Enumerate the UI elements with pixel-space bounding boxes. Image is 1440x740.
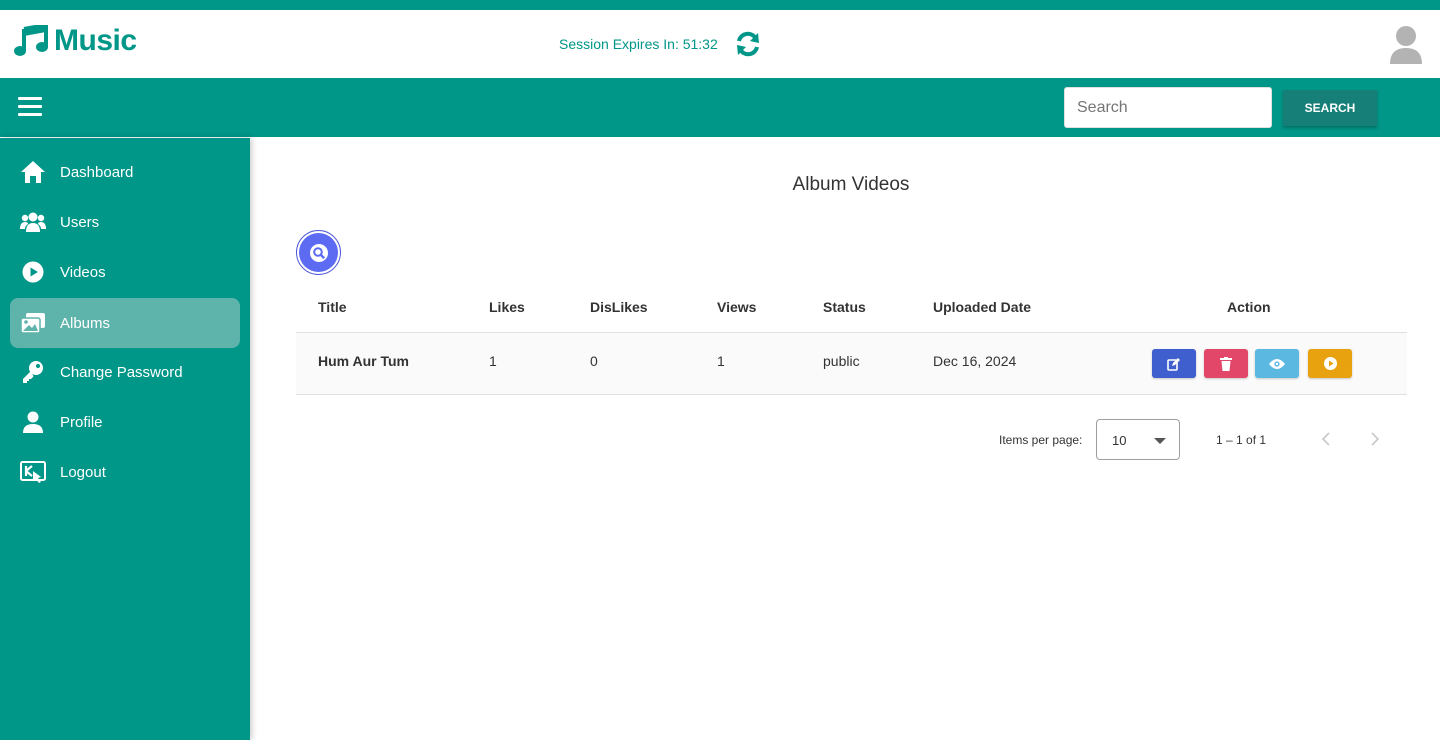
cell-status: public [823,353,860,369]
images-icon [20,310,46,336]
app-name: Music [54,24,137,57]
search-fab-button[interactable] [296,230,341,275]
cell-likes: 1 [489,353,497,369]
session-expires-text: Session Expires In: 51:32 [559,36,718,52]
column-header-status[interactable]: Status [823,299,866,315]
play-button[interactable] [1308,349,1352,378]
view-button[interactable] [1255,349,1299,378]
sidebar-item-label: Logout [60,463,106,481]
next-page-button[interactable] [1363,427,1387,451]
page-range-label: 1 – 1 of 1 [1216,433,1267,447]
search-input[interactable] [1064,87,1272,128]
sidebar-item-label: Videos [60,263,106,281]
page-title: Album Videos [792,174,910,195]
sidebar-item-dashboard[interactable]: Dashboard [10,147,240,197]
fab-inner [299,233,338,272]
sidebar-item-change-password[interactable]: Change Password [10,347,240,397]
column-header-likes[interactable]: Likes [489,299,525,315]
cell-title: Hum Aur Tum [318,353,409,369]
sidebar-item-label: Dashboard [60,163,134,181]
menu-toggle-button[interactable] [18,97,42,117]
edit-icon [1167,357,1180,371]
menu-bar [18,113,42,116]
sidebar-item-profile[interactable]: Profile [10,397,240,447]
music-note-icon [14,25,48,56]
column-header-dislikes[interactable]: DisLikes [590,299,648,315]
sidebar-item-label: Users [60,213,100,231]
refresh-icon[interactable] [734,30,762,58]
chevron-right-icon [1371,432,1380,446]
header: Music Session Expires In: 51:32 [0,10,1440,78]
column-header-views[interactable]: Views [717,299,756,315]
trash-icon [1220,356,1232,371]
paginator: Items per page: 10 1 – 1 of 1 [960,419,1410,460]
chevron-left-icon [1321,432,1330,446]
edit-button[interactable] [1152,349,1196,378]
logout-icon [20,459,46,485]
table-row[interactable]: Hum Aur Tum 1 0 1 public Dec 16, 2024 [296,333,1407,395]
menu-bar [18,105,42,108]
sidebar-item-label: Albums [60,314,111,332]
column-header-title[interactable]: Title [318,299,347,315]
users-icon [20,209,46,235]
user-icon [20,409,46,435]
session-timer: Session Expires In: 51:32 [559,30,762,58]
menu-bar [18,97,42,100]
cell-views: 1 [717,353,725,369]
table-header-row: Title Likes DisLikes Views Status Upload… [296,282,1407,333]
chevron-down-icon [1154,438,1166,444]
videos-table: Title Likes DisLikes Views Status Upload… [296,282,1407,395]
sidebar-item-videos[interactable]: Videos [10,247,240,297]
items-per-page-value: 10 [1112,433,1127,448]
items-per-page-label: Items per page: [999,433,1083,447]
column-header-uploaded-date[interactable]: Uploaded Date [933,299,1031,315]
play-circle-icon [20,259,46,285]
sidebar: Dashboard Users Videos Albums Change Pas… [0,138,250,740]
logo[interactable]: Music [14,24,137,58]
cell-dislikes: 0 [590,353,598,369]
sidebar-item-label: Profile [60,413,103,431]
play-icon [1323,357,1337,370]
delete-button[interactable] [1204,349,1248,378]
sidebar-item-albums[interactable]: Albums [10,298,240,348]
sidebar-item-logout[interactable]: Logout [10,447,240,497]
sidebar-item-users[interactable]: Users [10,197,240,247]
top-accent-bar [0,0,1440,10]
eye-icon [1269,358,1285,369]
column-header-action: Action [1227,299,1271,315]
search-button[interactable]: SEARCH [1283,90,1377,126]
sidebar-item-label: Change Password [60,363,183,381]
cell-uploaded-date: Dec 16, 2024 [933,353,1017,369]
items-per-page-select[interactable]: 10 [1096,419,1180,460]
key-icon [20,359,46,385]
avatar-icon[interactable] [1388,24,1424,64]
toolbar: SEARCH [0,78,1440,137]
previous-page-button[interactable] [1314,427,1338,451]
search-icon [309,243,328,262]
home-icon [20,159,46,185]
